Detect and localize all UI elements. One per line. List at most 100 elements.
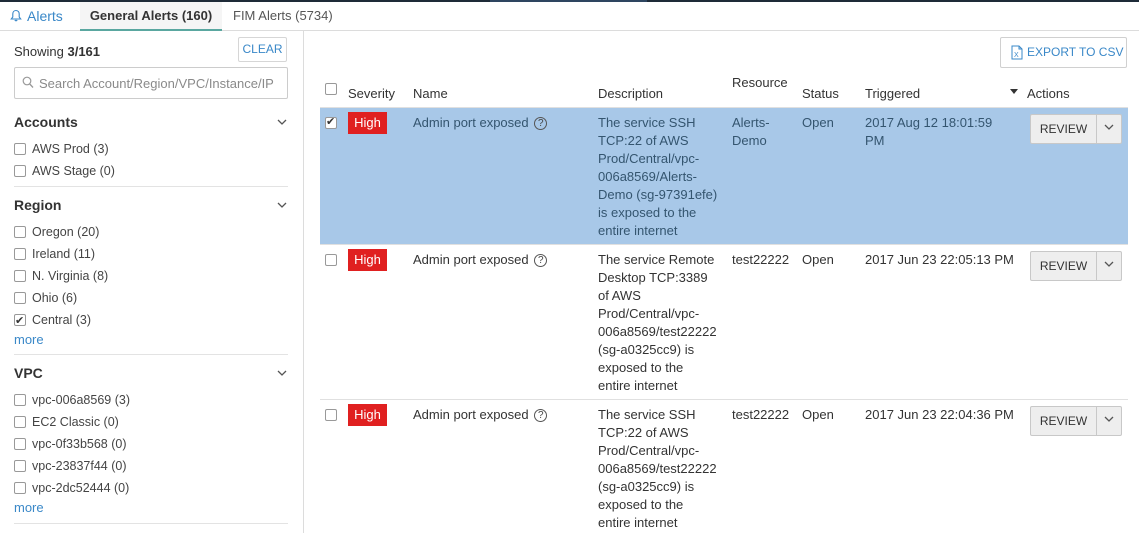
alert-status: Open bbox=[802, 407, 834, 422]
description-line: Prod/Central/vpc- bbox=[598, 306, 700, 321]
alert-name-text: Admin port exposed bbox=[413, 252, 529, 267]
alert-name[interactable]: Admin port exposed ? bbox=[413, 114, 593, 132]
tab-alerts[interactable]: Alerts bbox=[10, 2, 74, 31]
col-header-name[interactable]: Name bbox=[413, 86, 448, 101]
filter-item-vpc-0f33b568[interactable]: vpc-0f33b568 (0) bbox=[14, 435, 127, 453]
alert-name-text: Admin port exposed bbox=[413, 115, 529, 130]
chevron-down-icon[interactable] bbox=[1104, 124, 1114, 131]
tab-general-alerts[interactable]: General Alerts (160) bbox=[80, 2, 222, 31]
chevron-down-icon[interactable] bbox=[277, 202, 287, 209]
checkbox[interactable] bbox=[14, 393, 26, 406]
col-header-actions: Actions bbox=[1027, 86, 1070, 101]
row-checkbox-checked[interactable] bbox=[325, 115, 337, 129]
chevron-down-icon[interactable] bbox=[1104, 261, 1114, 268]
vpc-more-link[interactable]: more bbox=[14, 500, 44, 515]
description-line: exposed to the bbox=[598, 497, 684, 512]
filter-item-vpc-2dc52444[interactable]: vpc-2dc52444 (0) bbox=[14, 479, 129, 497]
checkbox[interactable] bbox=[14, 164, 26, 177]
showing-count: Showing 3/161 bbox=[14, 44, 100, 59]
checkbox[interactable] bbox=[14, 225, 26, 238]
alert-description: The service SSH TCP:22 of AWS Prod/Centr… bbox=[598, 114, 730, 240]
description-line: 006a8569/Alerts- bbox=[598, 169, 698, 184]
filter-item-central[interactable]: Central (3) bbox=[14, 311, 91, 330]
description-line: exposed to the bbox=[598, 360, 684, 375]
help-icon[interactable]: ? bbox=[534, 409, 548, 422]
filter-item-label: AWS Prod (3) bbox=[32, 142, 109, 156]
search-box bbox=[14, 67, 288, 99]
col-header-triggered[interactable]: Triggered bbox=[865, 86, 920, 101]
table-row[interactable]: High Admin port exposed ? The service SS… bbox=[320, 107, 1128, 244]
description-line: 006a8569/test22222 bbox=[598, 461, 717, 476]
filter-item-oregon[interactable]: Oregon (20) bbox=[14, 223, 99, 241]
checkbox[interactable] bbox=[14, 481, 26, 494]
filter-item-n-virginia[interactable]: N. Virginia (8) bbox=[14, 267, 108, 285]
filter-item-vpc-23837f44[interactable]: vpc-23837f44 (0) bbox=[14, 457, 127, 475]
sort-desc-icon[interactable] bbox=[1010, 89, 1018, 94]
alert-name[interactable]: Admin port exposed ? bbox=[413, 251, 593, 269]
description-line: is exposed to the bbox=[598, 205, 697, 220]
resource-line: Alerts- bbox=[732, 115, 770, 130]
region-section-title[interactable]: Region bbox=[14, 197, 61, 213]
alert-name[interactable]: Admin port exposed ? bbox=[413, 406, 593, 424]
description-line: TCP:22 of AWS bbox=[598, 133, 689, 148]
review-button[interactable]: REVIEW bbox=[1031, 115, 1096, 143]
resource-line: test22222 bbox=[732, 252, 790, 267]
filter-item-aws-stage[interactable]: AWS Stage (0) bbox=[14, 162, 115, 180]
description-line: (sg-a0325cc9) is bbox=[598, 479, 695, 494]
search-input[interactable] bbox=[39, 68, 285, 98]
severity-badge: High bbox=[348, 249, 387, 271]
showing-label: Showing bbox=[14, 44, 68, 59]
select-all-checkbox[interactable] bbox=[325, 83, 337, 95]
clear-button[interactable]: CLEAR bbox=[238, 37, 287, 62]
divider bbox=[14, 186, 288, 187]
description-line: The service SSH bbox=[598, 115, 696, 130]
col-header-resource[interactable]: Resource bbox=[732, 75, 788, 90]
filter-item-aws-prod[interactable]: AWS Prod (3) bbox=[14, 140, 109, 158]
filter-item-ohio[interactable]: Ohio (6) bbox=[14, 289, 77, 307]
accounts-section-title[interactable]: Accounts bbox=[14, 114, 78, 130]
col-header-description[interactable]: Description bbox=[598, 86, 663, 101]
review-split-button: REVIEW bbox=[1030, 406, 1122, 436]
review-button[interactable]: REVIEW bbox=[1031, 252, 1096, 280]
alert-status: Open bbox=[802, 252, 834, 267]
filter-item-vpc-006a8569[interactable]: vpc-006a8569 (3) bbox=[14, 391, 130, 409]
tab-fim-alerts[interactable]: FIM Alerts (5734) bbox=[233, 2, 343, 31]
filter-item-ireland[interactable]: Ireland (11) bbox=[14, 245, 95, 263]
checkbox[interactable] bbox=[14, 437, 26, 450]
export-csv-button[interactable]: X EXPORT TO CSV bbox=[1000, 37, 1127, 68]
alert-name-text: Admin port exposed bbox=[413, 407, 529, 422]
chevron-down-icon[interactable] bbox=[277, 370, 287, 377]
vpc-section-title[interactable]: VPC bbox=[14, 365, 43, 381]
table-row[interactable]: High Admin port exposed ? The service SS… bbox=[320, 399, 1128, 533]
table-row[interactable]: High Admin port exposed ? The service Re… bbox=[320, 244, 1128, 399]
checkbox-checked[interactable] bbox=[14, 312, 26, 330]
row-checkbox[interactable] bbox=[325, 409, 337, 421]
chevron-down-icon[interactable] bbox=[1104, 416, 1114, 423]
alert-resource: test22222 bbox=[732, 406, 798, 424]
chevron-down-icon[interactable] bbox=[277, 119, 287, 126]
search-icon bbox=[22, 76, 34, 88]
checkbox[interactable] bbox=[14, 459, 26, 472]
col-header-severity[interactable]: Severity bbox=[348, 86, 395, 101]
checkbox[interactable] bbox=[14, 247, 26, 260]
checkbox[interactable] bbox=[14, 415, 26, 428]
filter-item-ec2-classic[interactable]: EC2 Classic (0) bbox=[14, 413, 119, 431]
checkbox[interactable] bbox=[14, 142, 26, 155]
checkbox[interactable] bbox=[14, 269, 26, 282]
filter-item-label: AWS Stage (0) bbox=[32, 164, 115, 178]
filter-sidebar: Showing 3/161 CLEAR Accounts AWS Prod (3… bbox=[0, 31, 304, 533]
tab-alerts-label: Alerts bbox=[27, 8, 63, 24]
col-header-status[interactable]: Status bbox=[802, 86, 839, 101]
row-checkbox[interactable] bbox=[325, 254, 337, 266]
description-line: Prod/Central/vpc- bbox=[598, 151, 700, 166]
help-icon[interactable]: ? bbox=[534, 254, 548, 267]
help-icon[interactable]: ? bbox=[534, 117, 548, 130]
review-button[interactable]: REVIEW bbox=[1031, 407, 1096, 435]
filter-item-label: vpc-0f33b568 (0) bbox=[32, 437, 127, 451]
alert-triggered: 2017 Aug 12 18:01:59 PM bbox=[865, 114, 1025, 150]
filter-item-label: vpc-23837f44 (0) bbox=[32, 459, 127, 473]
checkbox[interactable] bbox=[14, 291, 26, 304]
description-line: Prod/Central/vpc- bbox=[598, 443, 700, 458]
export-csv-label: EXPORT TO CSV bbox=[1027, 45, 1124, 59]
region-more-link[interactable]: more bbox=[14, 332, 44, 347]
